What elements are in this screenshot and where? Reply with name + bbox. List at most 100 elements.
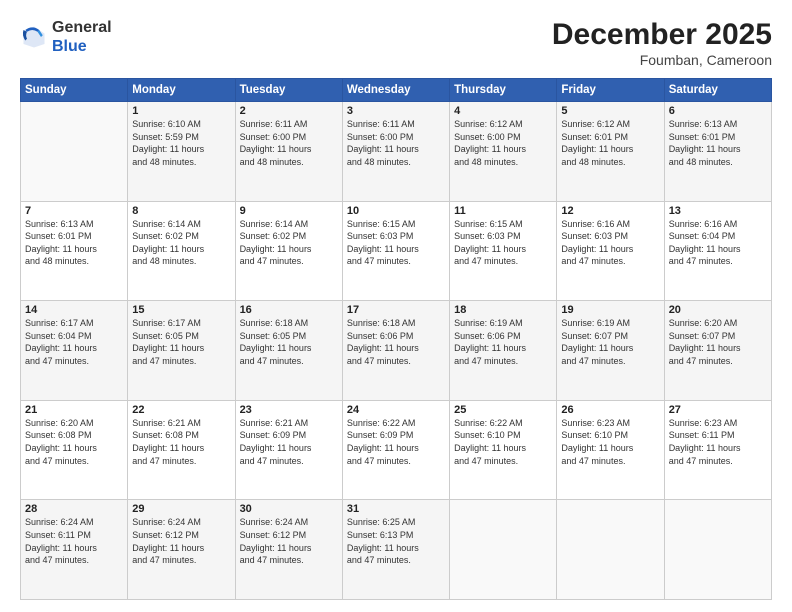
table-row [664,500,771,600]
table-row [21,102,128,202]
day-number: 15 [132,304,230,316]
table-row [450,500,557,600]
day-number: 1 [132,105,230,117]
table-row: 30Sunrise: 6:24 AM Sunset: 6:12 PM Dayli… [235,500,342,600]
table-row: 27Sunrise: 6:23 AM Sunset: 6:11 PM Dayli… [664,400,771,500]
day-info: Sunrise: 6:21 AM Sunset: 6:09 PM Dayligh… [240,417,338,467]
day-number: 30 [240,503,338,515]
day-number: 19 [561,304,659,316]
day-number: 18 [454,304,552,316]
location: Foumban, Cameroon [552,52,772,68]
day-number: 6 [669,105,767,117]
day-number: 3 [347,105,445,117]
day-info: Sunrise: 6:12 AM Sunset: 6:00 PM Dayligh… [454,118,552,168]
day-info: Sunrise: 6:23 AM Sunset: 6:10 PM Dayligh… [561,417,659,467]
table-row: 15Sunrise: 6:17 AM Sunset: 6:05 PM Dayli… [128,301,235,401]
table-row: 28Sunrise: 6:24 AM Sunset: 6:11 PM Dayli… [21,500,128,600]
day-info: Sunrise: 6:24 AM Sunset: 6:12 PM Dayligh… [240,516,338,566]
day-info: Sunrise: 6:15 AM Sunset: 6:03 PM Dayligh… [347,218,445,268]
day-info: Sunrise: 6:14 AM Sunset: 6:02 PM Dayligh… [240,218,338,268]
day-info: Sunrise: 6:17 AM Sunset: 6:04 PM Dayligh… [25,317,123,367]
col-wednesday: Wednesday [342,79,449,102]
table-row: 11Sunrise: 6:15 AM Sunset: 6:03 PM Dayli… [450,201,557,301]
day-number: 26 [561,404,659,416]
calendar-header-row: Sunday Monday Tuesday Wednesday Thursday… [21,79,772,102]
col-friday: Friday [557,79,664,102]
col-thursday: Thursday [450,79,557,102]
day-info: Sunrise: 6:16 AM Sunset: 6:04 PM Dayligh… [669,218,767,268]
table-row: 5Sunrise: 6:12 AM Sunset: 6:01 PM Daylig… [557,102,664,202]
day-number: 21 [25,404,123,416]
table-row [557,500,664,600]
day-number: 23 [240,404,338,416]
table-row: 17Sunrise: 6:18 AM Sunset: 6:06 PM Dayli… [342,301,449,401]
table-row: 2Sunrise: 6:11 AM Sunset: 6:00 PM Daylig… [235,102,342,202]
table-row: 4Sunrise: 6:12 AM Sunset: 6:00 PM Daylig… [450,102,557,202]
table-row: 1Sunrise: 6:10 AM Sunset: 5:59 PM Daylig… [128,102,235,202]
day-info: Sunrise: 6:10 AM Sunset: 5:59 PM Dayligh… [132,118,230,168]
day-number: 17 [347,304,445,316]
table-row: 29Sunrise: 6:24 AM Sunset: 6:12 PM Dayli… [128,500,235,600]
day-info: Sunrise: 6:16 AM Sunset: 6:03 PM Dayligh… [561,218,659,268]
day-number: 28 [25,503,123,515]
logo: General Blue [20,18,112,56]
table-row: 13Sunrise: 6:16 AM Sunset: 6:04 PM Dayli… [664,201,771,301]
day-info: Sunrise: 6:21 AM Sunset: 6:08 PM Dayligh… [132,417,230,467]
day-info: Sunrise: 6:14 AM Sunset: 6:02 PM Dayligh… [132,218,230,268]
day-number: 25 [454,404,552,416]
table-row: 19Sunrise: 6:19 AM Sunset: 6:07 PM Dayli… [557,301,664,401]
day-number: 8 [132,205,230,217]
calendar-week-row: 7Sunrise: 6:13 AM Sunset: 6:01 PM Daylig… [21,201,772,301]
calendar-week-row: 28Sunrise: 6:24 AM Sunset: 6:11 PM Dayli… [21,500,772,600]
table-row: 18Sunrise: 6:19 AM Sunset: 6:06 PM Dayli… [450,301,557,401]
col-saturday: Saturday [664,79,771,102]
day-number: 16 [240,304,338,316]
table-row: 24Sunrise: 6:22 AM Sunset: 6:09 PM Dayli… [342,400,449,500]
col-tuesday: Tuesday [235,79,342,102]
day-info: Sunrise: 6:25 AM Sunset: 6:13 PM Dayligh… [347,516,445,566]
day-number: 24 [347,404,445,416]
table-row: 10Sunrise: 6:15 AM Sunset: 6:03 PM Dayli… [342,201,449,301]
day-info: Sunrise: 6:19 AM Sunset: 6:07 PM Dayligh… [561,317,659,367]
table-row: 14Sunrise: 6:17 AM Sunset: 6:04 PM Dayli… [21,301,128,401]
day-info: Sunrise: 6:20 AM Sunset: 6:07 PM Dayligh… [669,317,767,367]
day-info: Sunrise: 6:23 AM Sunset: 6:11 PM Dayligh… [669,417,767,467]
day-number: 2 [240,105,338,117]
day-number: 22 [132,404,230,416]
table-row: 22Sunrise: 6:21 AM Sunset: 6:08 PM Dayli… [128,400,235,500]
day-info: Sunrise: 6:15 AM Sunset: 6:03 PM Dayligh… [454,218,552,268]
table-row: 16Sunrise: 6:18 AM Sunset: 6:05 PM Dayli… [235,301,342,401]
table-row: 9Sunrise: 6:14 AM Sunset: 6:02 PM Daylig… [235,201,342,301]
day-number: 11 [454,205,552,217]
day-info: Sunrise: 6:12 AM Sunset: 6:01 PM Dayligh… [561,118,659,168]
day-info: Sunrise: 6:22 AM Sunset: 6:09 PM Dayligh… [347,417,445,467]
day-info: Sunrise: 6:24 AM Sunset: 6:11 PM Dayligh… [25,516,123,566]
logo-blue: Blue [52,38,87,55]
table-row: 8Sunrise: 6:14 AM Sunset: 6:02 PM Daylig… [128,201,235,301]
header: General Blue December 2025 Foumban, Came… [20,18,772,68]
table-row: 3Sunrise: 6:11 AM Sunset: 6:00 PM Daylig… [342,102,449,202]
day-info: Sunrise: 6:20 AM Sunset: 6:08 PM Dayligh… [25,417,123,467]
day-number: 12 [561,205,659,217]
table-row: 31Sunrise: 6:25 AM Sunset: 6:13 PM Dayli… [342,500,449,600]
calendar-week-row: 14Sunrise: 6:17 AM Sunset: 6:04 PM Dayli… [21,301,772,401]
table-row: 21Sunrise: 6:20 AM Sunset: 6:08 PM Dayli… [21,400,128,500]
day-number: 10 [347,205,445,217]
day-info: Sunrise: 6:17 AM Sunset: 6:05 PM Dayligh… [132,317,230,367]
logo-text: General Blue [52,18,112,56]
table-row: 25Sunrise: 6:22 AM Sunset: 6:10 PM Dayli… [450,400,557,500]
day-number: 9 [240,205,338,217]
day-number: 27 [669,404,767,416]
day-number: 29 [132,503,230,515]
day-number: 31 [347,503,445,515]
table-row: 23Sunrise: 6:21 AM Sunset: 6:09 PM Dayli… [235,400,342,500]
day-number: 13 [669,205,767,217]
day-number: 20 [669,304,767,316]
page: General Blue December 2025 Foumban, Came… [0,0,792,612]
calendar-week-row: 21Sunrise: 6:20 AM Sunset: 6:08 PM Dayli… [21,400,772,500]
col-monday: Monday [128,79,235,102]
day-number: 4 [454,105,552,117]
calendar-week-row: 1Sunrise: 6:10 AM Sunset: 5:59 PM Daylig… [21,102,772,202]
day-number: 14 [25,304,123,316]
table-row: 6Sunrise: 6:13 AM Sunset: 6:01 PM Daylig… [664,102,771,202]
